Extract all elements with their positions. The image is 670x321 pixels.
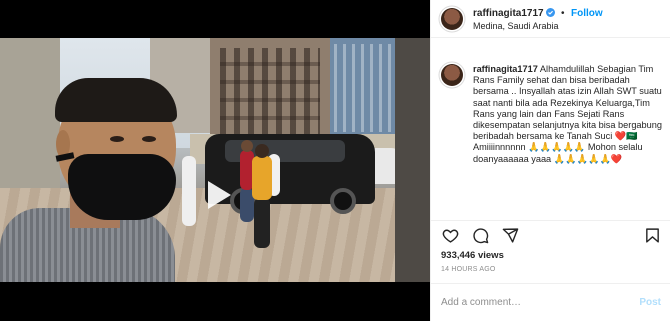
media-pane [0, 0, 430, 321]
username-link[interactable]: raffinagita1717 [473, 8, 544, 19]
follow-button[interactable]: Follow [571, 8, 603, 19]
comment-icon[interactable] [471, 227, 489, 245]
play-icon[interactable] [193, 172, 239, 218]
bookmark-icon[interactable] [643, 227, 661, 245]
share-icon[interactable] [501, 227, 519, 245]
avatar[interactable] [441, 64, 463, 86]
action-bar [431, 220, 670, 250]
post-video[interactable] [0, 38, 430, 282]
separator-dot: • [561, 7, 565, 19]
selfie-person [0, 58, 180, 282]
instagram-post-modal: raffinagita1717 • Follow Medina, Saudi A… [0, 0, 670, 321]
comment-box: Post [431, 283, 670, 321]
post-comment-button[interactable]: Post [639, 297, 661, 308]
view-count[interactable]: 933,446 views [441, 250, 504, 261]
avatar[interactable] [441, 7, 463, 30]
verified-badge-icon [545, 6, 555, 17]
post-timestamp[interactable]: 14 HOURS AGO [441, 266, 496, 273]
caption: raffinagita1717 Alhamdulillah Sebagian T… [441, 64, 667, 165]
heart-icon[interactable] [441, 227, 459, 245]
caption-username[interactable]: raffinagita1717 [473, 64, 538, 74]
post-side-panel: raffinagita1717 • Follow Medina, Saudi A… [430, 0, 670, 321]
post-header: raffinagita1717 • Follow Medina, Saudi A… [431, 0, 670, 38]
comment-input[interactable] [441, 297, 640, 308]
caption-text: Alhamdulillah Sebagian Tim Rans Family s… [473, 64, 662, 164]
location-link[interactable]: Medina, Saudi Arabia [473, 20, 603, 33]
